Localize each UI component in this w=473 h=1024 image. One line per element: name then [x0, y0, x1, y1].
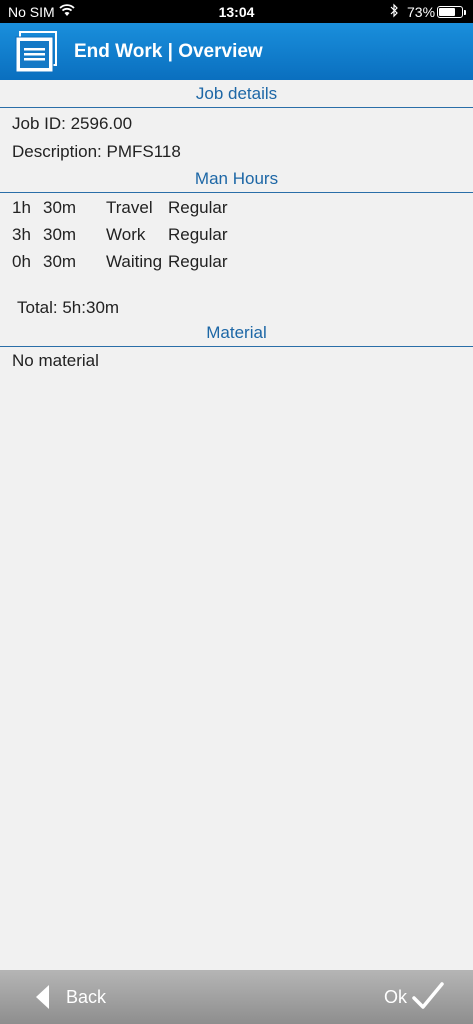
section-header-man-hours: Man Hours [0, 169, 473, 193]
job-id-label: Job ID: 2596.00 [12, 114, 133, 133]
battery-tip [464, 10, 466, 15]
work-type: Travel [106, 198, 153, 217]
ok-label: Ok [384, 987, 408, 1007]
material-empty-text: No material [12, 351, 99, 370]
status-bar: No SIM 13:04 73% [0, 0, 473, 23]
document-stack-icon[interactable] [15, 31, 58, 73]
bottom-toolbar: Back Ok [0, 970, 473, 1024]
page-title: End Work | Overview [74, 41, 263, 62]
total-hours: Total: 5h:30m [17, 298, 120, 317]
section-title: Material [206, 323, 267, 342]
work-type: Waiting [106, 252, 163, 271]
section-title: Man Hours [194, 169, 279, 188]
minutes-value: 30m [43, 252, 77, 271]
title-bar: End Work | Overview [0, 23, 473, 80]
battery-icon [437, 6, 463, 18]
rate-type: Regular [168, 198, 228, 217]
hours-value: 3h [12, 225, 31, 244]
back-button[interactable]: Back [30, 970, 150, 1024]
hours-value: 1h [12, 198, 31, 217]
section-title: Job details [195, 84, 278, 103]
back-label: Back [66, 987, 107, 1007]
chevron-left-icon [36, 985, 49, 1009]
checkmark-icon [412, 982, 444, 1009]
rate-type: Regular [168, 225, 228, 244]
man-hours-row: 0h 30m Waiting Regular [0, 252, 473, 274]
section-header-job-details: Job details [0, 84, 473, 108]
minutes-value: 30m [43, 198, 77, 217]
clock: 13:04 [218, 4, 255, 20]
ok-button[interactable]: Ok [374, 970, 464, 1024]
description-label: Description: PMFS118 [12, 142, 181, 161]
man-hours-row: 3h 30m Work Regular [0, 225, 473, 247]
rate-type: Regular [168, 252, 228, 271]
section-header-material: Material [0, 323, 473, 347]
battery-fill [439, 8, 456, 16]
bluetooth-icon [390, 3, 398, 18]
battery-percent: 73% [407, 4, 436, 20]
minutes-value: 30m [43, 225, 77, 244]
man-hours-row: 1h 30m Travel Regular [0, 198, 473, 220]
hours-value: 0h [12, 252, 31, 271]
work-type: Work [106, 225, 146, 244]
